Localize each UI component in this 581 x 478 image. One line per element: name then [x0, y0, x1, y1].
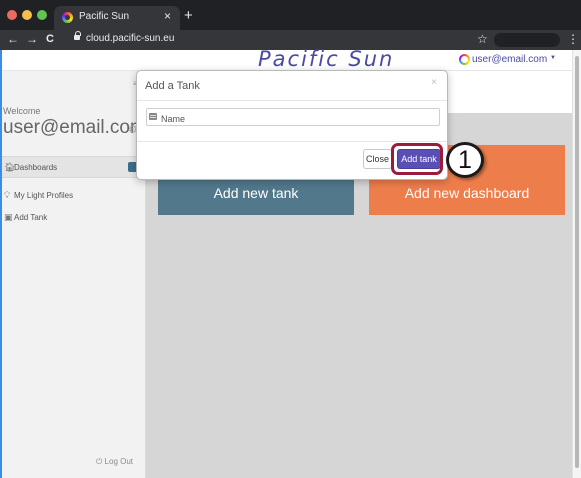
user-avatar-icon — [459, 54, 470, 65]
step-number-callout: 1 — [446, 142, 484, 178]
user-menu[interactable]: user@email.com — [472, 54, 547, 65]
browser-profile-pill[interactable] — [494, 33, 560, 47]
plus-square-icon: ▣ — [4, 212, 13, 222]
modal-footer-divider — [137, 141, 447, 142]
chevron-down-icon[interactable]: ▼ — [550, 55, 556, 61]
scrollbar-thumb[interactable] — [575, 56, 579, 468]
modal-header-divider — [137, 100, 447, 101]
brand-logo[interactable]: Pacific Sun — [258, 47, 394, 71]
new-tab-button[interactable]: + — [184, 7, 193, 24]
sidebar: ≡ Welcome user@email.com ⚙ 🏠︎ Dashboards… — [0, 71, 146, 478]
app-header: Pacific Sun user@email.com ▼ — [0, 47, 572, 71]
sidebar-item-label: Add Tank — [14, 213, 48, 222]
tile-label: Add new tank — [213, 185, 299, 201]
logout-link[interactable]: ⏻ Log Out — [96, 457, 133, 467]
browser-tab[interactable]: Pacific Sun × — [54, 6, 180, 30]
lightbulb-icon: 💡︎ — [4, 190, 11, 200]
welcome-email: user@email.com — [3, 117, 146, 138]
sidebar-item-dashboards[interactable]: 🏠︎ Dashboards — [0, 156, 146, 178]
modal-title: Add a Tank — [145, 80, 200, 92]
id-card-icon — [149, 113, 157, 120]
tile-label: Add new dashboard — [404, 185, 530, 201]
tab-close-icon[interactable]: × — [164, 9, 171, 23]
back-icon[interactable]: ← — [7, 32, 19, 46]
sidebar-item-label: My Light Profiles — [14, 191, 74, 200]
maximize-window-button[interactable] — [37, 10, 47, 20]
sidebar-item-add-tank[interactable]: ▣ Add Tank — [0, 207, 146, 229]
lock-icon — [74, 31, 81, 42]
browser-tab-bar: Pacific Sun × + — [0, 0, 581, 30]
minimize-window-button[interactable] — [22, 10, 32, 20]
welcome-label: Welcome — [3, 106, 41, 116]
bookmark-star-icon[interactable]: ☆ — [477, 32, 488, 46]
close-window-button[interactable] — [7, 10, 17, 20]
tab-title: Pacific Sun — [79, 11, 130, 22]
reload-icon[interactable]: C — [46, 33, 54, 45]
sidebar-item-light-profiles[interactable]: 💡︎ My Light Profiles — [0, 185, 146, 207]
browser-menu-icon[interactable]: ⋮ — [567, 32, 579, 46]
page-scrollbar[interactable] — [572, 50, 581, 478]
pacific-sun-favicon-icon — [62, 12, 73, 23]
add-tank-highlight — [391, 143, 443, 175]
close-icon[interactable]: × — [431, 77, 437, 88]
window-edge — [0, 50, 2, 478]
tank-name-input[interactable] — [146, 108, 440, 126]
close-button[interactable]: Close — [363, 149, 392, 169]
sidebar-item-label: Dashboards — [14, 163, 58, 172]
forward-icon[interactable]: → — [26, 32, 38, 46]
url-field[interactable]: cloud.pacific-sun.eu — [86, 33, 174, 44]
